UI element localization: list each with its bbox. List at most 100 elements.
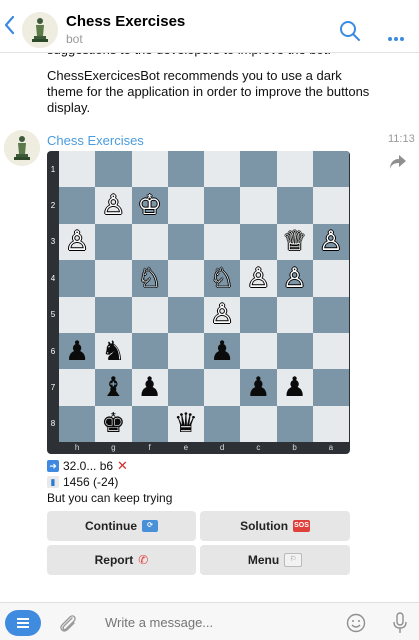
- file-label: b: [292, 443, 297, 452]
- rank-label: 2: [50, 201, 56, 211]
- attach-icon[interactable]: [58, 612, 78, 634]
- board-square: ♘: [131, 260, 168, 297]
- board-square: [312, 260, 349, 297]
- board-square: ♙: [95, 187, 132, 224]
- board-square: [95, 296, 132, 333]
- board-square: [240, 296, 277, 333]
- move-text: 32.0... b6: [63, 459, 114, 473]
- white-piece-icon: ♔: [137, 190, 162, 222]
- report-label: Report: [94, 553, 134, 567]
- board-square: [59, 405, 96, 442]
- result-info: ➜ 32.0... b6 ✕ ▮ 1456 (-24) But you can …: [47, 458, 172, 506]
- black-piece-icon: ♟: [137, 371, 162, 403]
- rating-text: 1456 (-24): [63, 475, 119, 489]
- board-square: [240, 223, 277, 261]
- board-square: [167, 332, 204, 370]
- share-icon[interactable]: [389, 154, 407, 170]
- board-square: ♙: [240, 260, 277, 297]
- board-square: ♕: [276, 223, 313, 261]
- board-square: [312, 187, 349, 224]
- board-square: [312, 405, 349, 442]
- continue-label: Continue: [85, 519, 137, 533]
- black-piece-icon: ♟: [246, 371, 271, 403]
- board-square: ♟: [276, 369, 313, 406]
- board-square: [204, 405, 241, 442]
- back-icon[interactable]: [2, 12, 18, 38]
- black-piece-icon: ♛: [173, 408, 198, 440]
- message-input[interactable]: [103, 614, 283, 631]
- board-square: ♞: [95, 332, 132, 370]
- board-square: [95, 260, 132, 297]
- board-square: [131, 296, 168, 333]
- flag-icon: ⚐: [284, 553, 303, 567]
- board-square: [240, 151, 277, 188]
- board-square: [240, 332, 277, 370]
- board-square: [95, 223, 132, 261]
- mic-icon[interactable]: [392, 612, 408, 634]
- sender-name[interactable]: Chess Exercises: [47, 133, 144, 148]
- board-square: [204, 369, 241, 406]
- black-piece-icon: ♟: [282, 371, 307, 403]
- more-icon[interactable]: [388, 28, 406, 46]
- solution-button[interactable]: Solution SOS: [200, 511, 350, 541]
- repeat-icon: ⟳: [142, 520, 158, 532]
- board-square: ♟: [131, 369, 168, 406]
- white-piece-icon: ♕: [282, 226, 307, 258]
- rank-label: 8: [50, 419, 56, 429]
- bot-avatar-icon[interactable]: [22, 12, 58, 48]
- board-square: [167, 296, 204, 333]
- board-square: [240, 187, 277, 224]
- rank-label: 3: [50, 237, 56, 247]
- board-square: [131, 151, 168, 188]
- board-square: [167, 151, 204, 188]
- black-piece-icon: ♚: [101, 408, 126, 440]
- board-square: [276, 405, 313, 442]
- chess-board: 1 2 3 4 5 6 7 8 ♙ ♔ ♙ ♕ ♙ ♘ ♘ ♙ ♙ ♙ ♟ ♞ ♟ ♝ ♟ ♟ ♟ ♚ ♛ h g f e d c b a: [47, 151, 350, 454]
- board-square: ♙: [59, 223, 96, 261]
- white-piece-icon: ♙: [65, 226, 90, 258]
- board-square: [59, 260, 96, 297]
- board-square: [276, 332, 313, 370]
- move-row: ➜ 32.0... b6 ✕: [47, 458, 172, 474]
- board-square: [276, 296, 313, 333]
- white-piece-icon: ♙: [210, 299, 235, 331]
- file-label: h: [74, 443, 80, 452]
- board-square: ♟: [204, 332, 241, 370]
- menu-button[interactable]: Menu ⚐: [200, 545, 350, 575]
- board-square: ♟: [240, 369, 277, 406]
- rating-row: ▮ 1456 (-24): [47, 474, 172, 490]
- rank-label: 1: [50, 164, 56, 174]
- black-piece-icon: ♞: [101, 335, 126, 367]
- chat-title: Chess Exercises: [66, 13, 186, 30]
- continue-button[interactable]: Continue ⟳: [47, 511, 196, 541]
- arrow-right-icon: ➜: [47, 460, 59, 472]
- file-label: f: [148, 443, 151, 452]
- file-label: a: [328, 443, 334, 452]
- file-label: e: [183, 443, 189, 452]
- black-piece-icon: ♝: [101, 371, 126, 403]
- emoji-icon[interactable]: [346, 613, 366, 633]
- sender-avatar-icon[interactable]: [4, 130, 40, 166]
- board-square: [131, 405, 168, 442]
- board-square: [204, 151, 241, 188]
- board-square: [204, 223, 241, 261]
- board-square: ♛: [167, 405, 204, 442]
- white-piece-icon: ♙: [318, 226, 343, 258]
- menu-icon[interactable]: [5, 610, 41, 636]
- keep-trying-text: But you can keep trying: [47, 491, 173, 505]
- message-text: suggestions to the developers to improve…: [47, 42, 377, 126]
- sos-icon: SOS: [293, 520, 310, 532]
- search-icon[interactable]: [339, 20, 361, 42]
- board-square: ♔: [131, 187, 168, 224]
- board-square: [276, 151, 313, 188]
- message-recommendation: ChessExercicesBot recommends you to use …: [47, 68, 370, 115]
- phone-icon: ✆: [138, 553, 149, 567]
- board-square: [276, 187, 313, 224]
- report-button[interactable]: Report ✆: [47, 545, 196, 575]
- board-square: [167, 260, 204, 297]
- board-square: [167, 369, 204, 406]
- board-square: [312, 296, 349, 333]
- board-square: ♙: [204, 296, 241, 333]
- message-time: 11:13: [388, 133, 415, 145]
- file-label: c: [256, 443, 261, 452]
